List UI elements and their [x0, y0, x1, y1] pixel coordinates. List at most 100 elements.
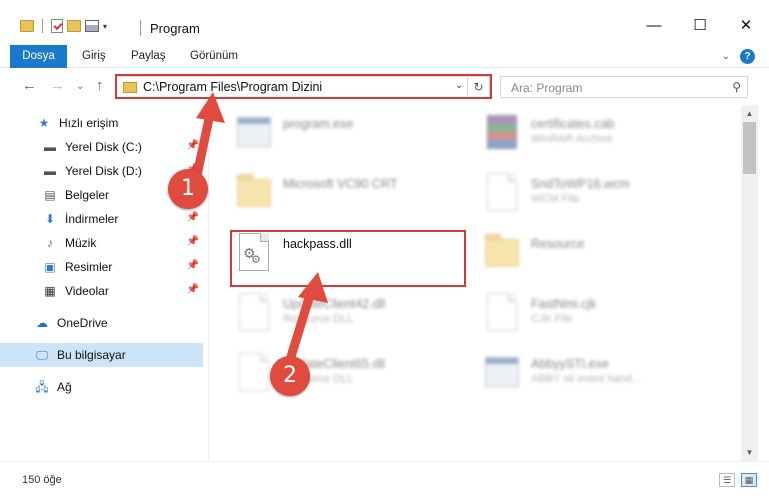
minimize-button[interactable]: —: [631, 10, 677, 40]
scroll-down-arrow-icon[interactable]: ▼: [741, 444, 758, 461]
sidebar-item-label: OneDrive: [57, 316, 108, 330]
pin-icon: 📌: [186, 140, 199, 151]
download-icon: ⬇: [44, 212, 56, 226]
close-button[interactable]: ✕: [723, 10, 769, 40]
sidebar-item-label: Hızlı erişim: [59, 116, 119, 130]
sidebar-item-label: Belgeler: [65, 188, 110, 202]
navigation-bar: ← → ⌄ ↑ C:\Program Files\Program Dizini …: [0, 69, 769, 105]
sidebar-item-network[interactable]: 🖧 Ağ: [0, 375, 203, 399]
title-divider: [140, 20, 141, 36]
sidebar-item-quick-access[interactable]: ★ Hızlı erişim: [0, 111, 203, 135]
exe-icon: [233, 111, 273, 155]
file-type: WinRAR Archive: [531, 133, 613, 145]
file-item[interactable]: Resource: [481, 231, 721, 283]
navigation-pane: ★ Hızlı erişim ▬ Yerel Disk (C:) 📌 ▬ Yer…: [0, 105, 208, 461]
file-type: CJK File: [531, 313, 573, 325]
file-type: WCM File: [531, 193, 580, 205]
expand-ribbon-chevron-icon[interactable]: ⌄: [722, 51, 730, 62]
address-path[interactable]: C:\Program Files\Program Dizini: [143, 80, 322, 94]
pin-icon: 📌: [186, 284, 199, 295]
file-name: SndToWP16.wcm: [531, 177, 630, 191]
vertical-scrollbar[interactable]: ▲ ▼: [741, 105, 758, 461]
file-name: Resource: [531, 237, 585, 251]
quick-access-toolbar: ▾: [20, 19, 107, 33]
file-item[interactable]: Microsoft VC90 CRT: [233, 171, 473, 223]
sidebar-item-label: Bu bilgisayar: [57, 348, 126, 362]
file-name: program.exe: [283, 117, 354, 131]
file-name: Microsoft VC90 CRT: [283, 177, 398, 191]
sidebar-item-onedrive[interactable]: ☁ OneDrive: [0, 311, 203, 335]
pin-icon: 📌: [186, 212, 199, 223]
tab-share[interactable]: Paylaş: [131, 45, 166, 68]
back-arrow-icon[interactable]: ←: [22, 77, 37, 94]
sidebar-item-label: Müzik: [65, 236, 97, 250]
status-bar: 150 öğe ☰ ▦: [0, 461, 769, 501]
address-bar[interactable]: C:\Program Files\Program Dizini ⌄ ↻: [116, 76, 490, 98]
search-box[interactable]: Ara: Program ⚲: [500, 76, 748, 98]
file-icon: [481, 171, 521, 215]
toolbar-divider: [42, 19, 43, 33]
tiles-view-icon[interactable]: ▦: [741, 473, 757, 487]
up-arrow-icon[interactable]: ↑: [96, 77, 104, 94]
recent-locations-chevron-icon[interactable]: ⌄: [76, 81, 84, 92]
drive-icon: ▬: [44, 164, 56, 178]
file-list: program.exe certificates.cab WinRAR Arch…: [209, 105, 741, 461]
details-view-icon[interactable]: ☰: [719, 473, 735, 487]
help-icon[interactable]: ?: [740, 49, 755, 64]
rar-icon: [481, 111, 521, 155]
properties-check-icon[interactable]: [51, 19, 63, 33]
sidebar-item-downloads[interactable]: ⬇ İndirmeler 📌: [0, 207, 203, 231]
gear-icon: ⚙: [251, 254, 261, 266]
file-item-hackpass-dll[interactable]: ⚙ ⚙ hackpass.dll: [233, 231, 473, 283]
sidebar-item-label: Resimler: [65, 260, 113, 274]
ribbon-tabs: Dosya Giriş Paylaş Görünüm ⌄ ?: [0, 45, 769, 68]
file-item[interactable]: UpdateClient42.dll Resource DLL: [233, 291, 473, 343]
sidebar-item-local-disk-c[interactable]: ▬ Yerel Disk (C:) 📌: [0, 135, 203, 159]
dll-icon: ⚙ ⚙: [233, 231, 273, 275]
properties-icon[interactable]: [85, 20, 99, 32]
scroll-thumb[interactable]: [743, 122, 756, 174]
cloud-icon: ☁: [36, 316, 48, 330]
file-name: hackpass.dll: [283, 237, 352, 251]
star-icon: ★: [38, 116, 50, 130]
file-name: certificates.cab: [531, 117, 615, 131]
pictures-icon: ▣: [44, 260, 56, 274]
search-icon[interactable]: ⚲: [732, 80, 741, 94]
maximize-button[interactable]: ☐: [677, 10, 723, 40]
sidebar-item-label: Yerel Disk (C:): [65, 140, 142, 154]
tab-file[interactable]: Dosya: [10, 45, 67, 68]
pin-icon: 📌: [186, 236, 199, 247]
address-dropdown-chevron-icon[interactable]: ⌄: [455, 80, 463, 91]
scroll-up-arrow-icon[interactable]: ▲: [741, 105, 758, 122]
videos-icon: ▦: [44, 284, 56, 298]
sidebar-item-music[interactable]: ♪ Müzik 📌: [0, 231, 203, 255]
file-item[interactable]: SndToWP16.wcm WCM File: [481, 171, 721, 223]
refresh-icon[interactable]: ↻: [467, 77, 489, 97]
sidebar-item-pictures[interactable]: ▣ Resimler 📌: [0, 255, 203, 279]
search-placeholder[interactable]: Ara: Program: [511, 81, 582, 95]
file-item[interactable]: program.exe: [233, 111, 473, 163]
file-name: FastNmi.cjk: [531, 297, 597, 311]
file-item[interactable]: AbbyySTI.exe ABBY sti event hand...: [481, 351, 721, 403]
pin-icon: 📌: [186, 260, 199, 271]
sidebar-item-videos[interactable]: ▦ Videolar 📌: [0, 279, 203, 303]
computer-icon: 🖵: [36, 348, 48, 362]
file-icon: [481, 291, 521, 335]
exe-icon: [481, 351, 521, 395]
tab-home[interactable]: Giriş: [82, 45, 106, 68]
new-folder-icon[interactable]: [67, 20, 81, 32]
documents-icon: ▤: [44, 188, 56, 202]
tab-view[interactable]: Görünüm: [190, 45, 238, 68]
step-1-badge: 1: [168, 169, 208, 209]
file-item[interactable]: FastNmi.cjk CJK File: [481, 291, 721, 343]
customize-toolbar-chevron-icon[interactable]: ▾: [103, 22, 107, 31]
sidebar-item-label: Ağ: [57, 380, 72, 394]
file-item[interactable]: UpdateClient65.dll Resource DLL: [233, 351, 473, 403]
step-2-badge: 2: [270, 356, 310, 396]
window-title: Program: [150, 21, 200, 36]
file-type: Resource DLL: [283, 313, 354, 325]
forward-arrow-icon[interactable]: →: [50, 77, 65, 94]
sidebar-item-this-pc[interactable]: 🖵 Bu bilgisayar: [0, 343, 203, 367]
file-name: UpdateClient42.dll: [283, 297, 386, 311]
file-item[interactable]: certificates.cab WinRAR Archive: [481, 111, 721, 163]
